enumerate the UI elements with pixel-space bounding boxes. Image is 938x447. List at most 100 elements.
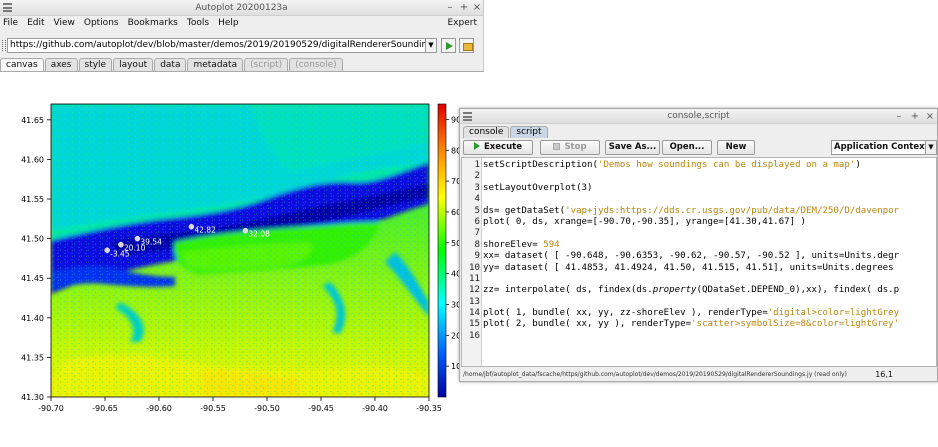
- main-title-bar[interactable]: Autoplot 20200123a – + ×: [0, 0, 483, 16]
- cursor-position: 16,1: [875, 370, 893, 379]
- tab-script[interactable]: script: [510, 126, 548, 138]
- execute-button[interactable]: Execute: [463, 140, 533, 155]
- line-number: 8: [474, 239, 480, 250]
- script-tab-strip: console script: [463, 126, 549, 138]
- expert-menu[interactable]: Expert: [448, 16, 478, 30]
- line-number: 1: [474, 160, 480, 170]
- tab-style[interactable]: style: [78, 58, 113, 71]
- line-number: 16: [469, 330, 480, 341]
- sounding-point[interactable]: [242, 227, 249, 234]
- menu-bookmarks[interactable]: Bookmarks: [128, 16, 178, 30]
- code-line[interactable]: 3 setLayoutOverplot(3): [475, 183, 936, 194]
- line-number: 15: [469, 319, 480, 330]
- sounding-point[interactable]: [188, 223, 195, 230]
- browse-folder-button[interactable]: [459, 38, 474, 53]
- url-input[interactable]: https://github.com/autoplot/dev/blob/mas…: [7, 38, 436, 53]
- sounding-point[interactable]: [134, 235, 141, 242]
- y-tick-label: 41.65: [21, 116, 44, 125]
- line-number: 6: [474, 216, 480, 227]
- tab-console[interactable]: (console): [289, 58, 343, 71]
- code-lines[interactable]: 1 setScriptDescription('Demos how soundin…: [469, 160, 936, 342]
- code-line[interactable]: 16: [469, 331, 936, 342]
- context-select[interactable]: Application Context ▼: [831, 140, 937, 155]
- url-history-dropdown[interactable]: ▼: [425, 38, 437, 53]
- tab-data[interactable]: data: [154, 58, 187, 71]
- open-button[interactable]: Open...: [662, 140, 712, 155]
- code-line[interactable]: 10 yy= dataset( [ 41.4853, 41.4924, 41.50…: [469, 262, 936, 274]
- plot-svg[interactable]: -90.70 -90.65 -90.60 -90.55 -90.50 -90.45 -90.…: [0, 72, 484, 447]
- minimize-icon[interactable]: –: [444, 0, 456, 16]
- tab-layout[interactable]: layout: [113, 58, 154, 71]
- code-line[interactable]: 15 plot( 2, bundle( xx, yy ), renderType=…: [469, 319, 936, 330]
- close-icon[interactable]: ×: [924, 109, 936, 124]
- code-text: yy= dataset( [ 41.4853, 41.4924, 41.50, …: [483, 262, 894, 273]
- code-line[interactable]: 8 shoreElev= 594: [475, 239, 936, 251]
- code-text: setScriptDescription('Demos how sounding…: [483, 160, 861, 170]
- sounding-label: 32.08: [248, 230, 270, 239]
- y-tick-label: 41.40: [21, 314, 44, 323]
- x-tick-label: -90.65: [92, 404, 118, 413]
- y-axis: 41.65 41.60 41.55 41.50 41.45 41.40 41.35 41.30: [21, 116, 51, 402]
- code-line[interactable]: 14 plot( 1, bundle( xx, yy, zz-shoreElev …: [469, 308, 936, 319]
- save-as-button[interactable]: Save As...: [605, 140, 660, 155]
- code-line[interactable]: 1 setScriptDescription('Demos how soundin…: [475, 160, 936, 171]
- x-tick-label: -90.40: [362, 404, 388, 413]
- code-line[interactable]: 4: [475, 194, 936, 205]
- maximize-icon[interactable]: +: [458, 0, 470, 16]
- menu-edit[interactable]: Edit: [27, 16, 44, 30]
- line-number: 11: [469, 273, 480, 284]
- code-line[interactable]: 6 plot( 0, ds, xrange=[-90.70,-90.35], yr…: [475, 216, 936, 228]
- x-axis: -90.70 -90.65 -90.60 -90.55 -90.50 -90.45 -90.…: [38, 397, 442, 413]
- line-number: 3: [474, 182, 480, 193]
- code-text: plot( 1, bundle( xx, yy, zz-shoreElev ),…: [483, 308, 900, 319]
- chevron-down-icon: ▼: [925, 141, 936, 154]
- script-file-path: /home/jbf/autoplot_data/fscache/https/gi…: [463, 371, 847, 378]
- toolbar-grip-icon[interactable]: [2, 40, 6, 51]
- stop-button[interactable]: Stop: [540, 140, 600, 155]
- plot-canvas[interactable]: -90.70 -90.65 -90.60 -90.55 -90.50 -90.45 -90.…: [0, 71, 484, 447]
- window-menu-icon[interactable]: [463, 112, 472, 121]
- window-menu-icon[interactable]: [3, 3, 12, 12]
- maximize-icon[interactable]: +: [909, 109, 921, 124]
- menu-options[interactable]: Options: [84, 16, 119, 30]
- line-number: 13: [469, 296, 480, 307]
- code-line[interactable]: 9 xx= dataset( [ -90.648, -90.6353, -90.6…: [475, 251, 936, 262]
- script-editor[interactable]: 1 setScriptDescription('Demos how soundin…: [461, 157, 937, 367]
- menu-help[interactable]: Help: [218, 16, 239, 30]
- close-icon[interactable]: ×: [471, 0, 483, 16]
- new-button[interactable]: New: [717, 140, 755, 155]
- tab-script[interactable]: (script): [244, 58, 289, 71]
- menu-view[interactable]: View: [54, 16, 75, 30]
- sounding-point[interactable]: [118, 241, 124, 248]
- go-button[interactable]: [441, 38, 456, 53]
- tab-console[interactable]: console: [463, 126, 510, 138]
- line-number: 10: [469, 262, 480, 273]
- tab-canvas[interactable]: canvas: [0, 58, 44, 71]
- tab-metadata[interactable]: metadata: [187, 58, 244, 71]
- script-window: console,script – + × console script Exec…: [459, 108, 938, 382]
- colorbar: [437, 103, 447, 398]
- script-title-bar[interactable]: console,script – + ×: [460, 109, 937, 124]
- y-tick-label: 41.35: [21, 353, 44, 362]
- menu-file[interactable]: File: [3, 16, 18, 30]
- sounding-point[interactable]: [104, 247, 110, 254]
- main-window-title: Autoplot 20200123a: [195, 3, 288, 13]
- x-tick-label: -90.50: [254, 404, 280, 413]
- menu-tools[interactable]: Tools: [187, 16, 209, 30]
- code-line[interactable]: 5 ds= getDataSet('vap+jyds:https://dds.cr…: [475, 206, 936, 217]
- code-line[interactable]: 13: [469, 297, 936, 308]
- code-line[interactable]: 11: [469, 274, 936, 285]
- tab-axes[interactable]: axes: [44, 58, 78, 71]
- line-number: 2: [474, 171, 480, 182]
- x-tick-label: -90.70: [38, 404, 64, 413]
- code-line[interactable]: 2: [475, 171, 936, 182]
- code-text: shoreElev= 594: [483, 239, 560, 250]
- minimize-icon[interactable]: –: [893, 109, 905, 124]
- code-line[interactable]: 12 zz= interpolate( ds, findex(ds.propert…: [469, 285, 936, 296]
- code-text: plot( 0, ds, xrange=[-90.70,-90.35], yra…: [483, 216, 807, 227]
- code-line[interactable]: 7: [475, 228, 936, 239]
- stop-icon: [553, 143, 561, 150]
- line-number: 12: [469, 285, 480, 296]
- menu-bar: File Edit View Options Bookmarks Tools H…: [0, 16, 483, 30]
- x-tick-label: -90.45: [308, 404, 334, 413]
